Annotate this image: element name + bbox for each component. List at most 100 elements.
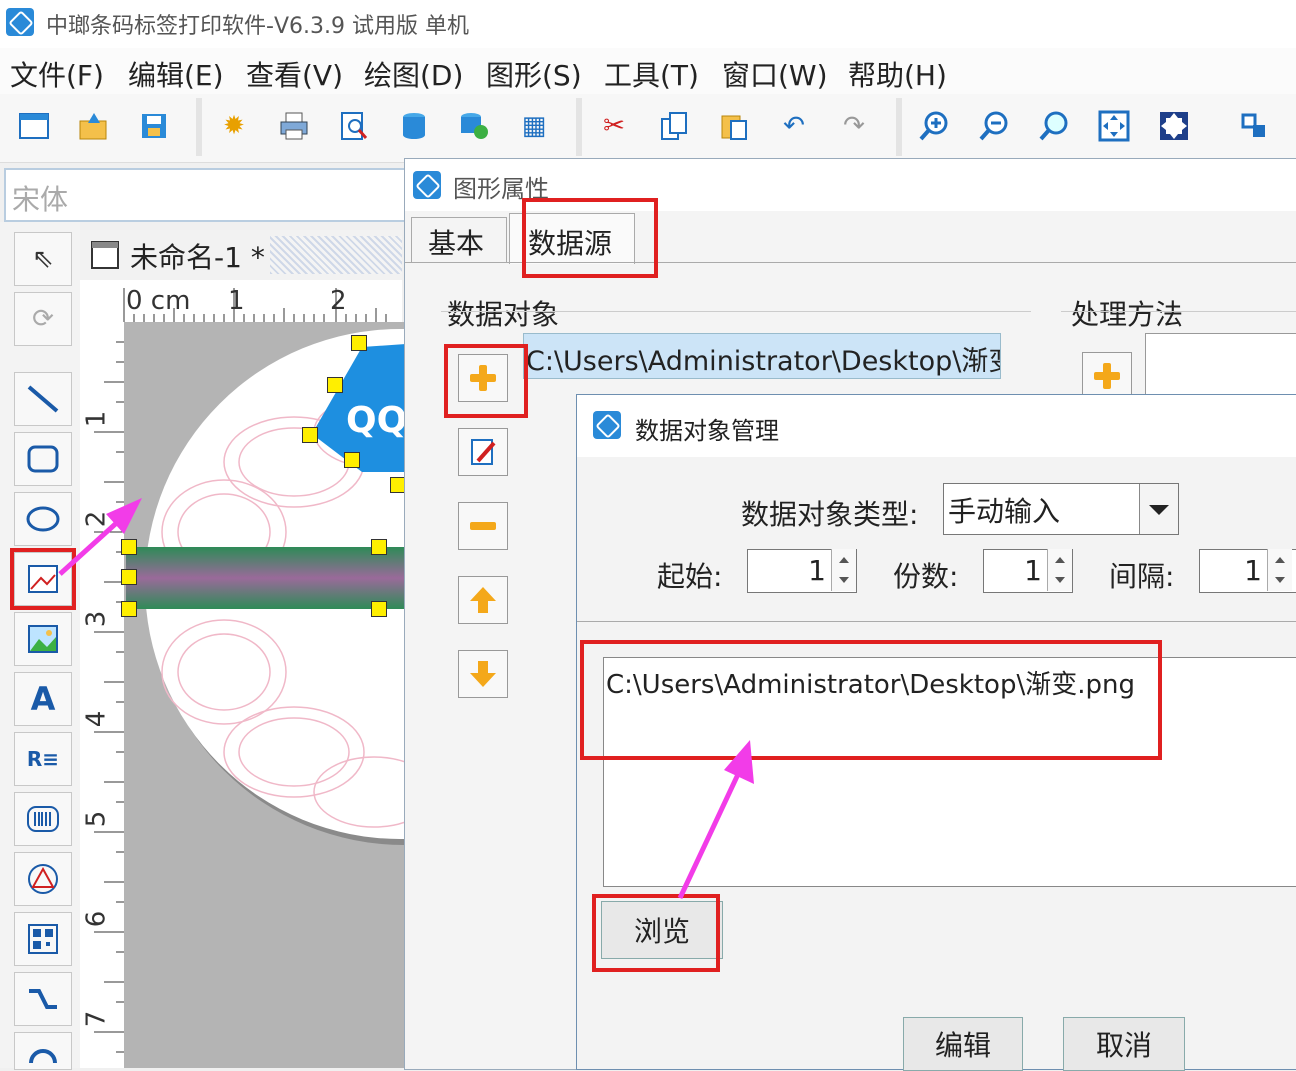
menu-bar: 文件(F) 编辑(E) 查看(V) 绘图(D) 图形(S) 工具(T) 窗口(W… <box>0 48 1296 94</box>
ruler-mark: 4 <box>81 710 112 728</box>
svg-text:QQ: QQ <box>346 400 404 441</box>
cut-icon[interactable]: ✂ <box>596 108 632 144</box>
process-method-label: 处理方法 <box>1071 298 1184 331</box>
ruler-mark: 2 <box>81 510 112 528</box>
new-icon[interactable] <box>16 108 52 144</box>
barcode-tool-icon[interactable] <box>14 792 72 846</box>
fit-window-icon[interactable] <box>1096 108 1132 144</box>
menu-shape[interactable]: 图形(S) <box>486 54 582 94</box>
menu-file[interactable]: 文件(F) <box>10 54 104 94</box>
rectangle-tool-icon[interactable] <box>14 432 72 486</box>
menu-help[interactable]: 帮助(H) <box>848 54 947 94</box>
select-tool-icon[interactable]: ⇖ <box>14 232 72 286</box>
curve-tool-icon[interactable] <box>14 972 72 1026</box>
copy-icon[interactable] <box>656 108 692 144</box>
text-tool-icon[interactable]: A <box>14 672 72 726</box>
shape-tool-icon[interactable] <box>14 852 72 906</box>
add-button-highlight <box>444 344 528 418</box>
ruler-mark: 7 <box>81 1010 112 1028</box>
redo-icon[interactable]: ↷ <box>836 108 872 144</box>
ruler-mark: 1 <box>81 410 112 428</box>
data-object-list-item[interactable]: C:\Users\Administrator\Desktop\渐变.p <box>523 333 1001 379</box>
line-tool-icon[interactable] <box>14 372 72 426</box>
rich-text-tool-icon[interactable]: R≡ <box>14 732 72 786</box>
tab-basic[interactable]: 基本 <box>411 217 507 262</box>
type-label: 数据对象类型: <box>741 498 919 531</box>
edit-button[interactable]: 编辑 <box>903 1017 1023 1071</box>
open-icon[interactable] <box>76 108 112 144</box>
window-title: 中瑯条码标签打印软件-V6.3.9 试用版 单机 <box>46 14 469 39</box>
ruler-mark: 5 <box>81 810 112 828</box>
spinner-icon[interactable] <box>831 549 856 591</box>
edit-data-object-button[interactable] <box>458 428 508 476</box>
undo-icon[interactable]: ↶ <box>776 108 812 144</box>
edit-icon <box>471 439 496 465</box>
manager-dialog-titlebar: 数据对象管理 <box>577 395 1296 457</box>
add-icon <box>1094 363 1120 389</box>
document-tab-label: 未命名-1 * <box>130 241 265 274</box>
content-highlight <box>580 640 1162 760</box>
move-down-button[interactable] <box>458 650 508 698</box>
start-stepper[interactable]: 1 <box>747 549 857 593</box>
ruler-mark: 2 <box>330 286 347 316</box>
design-canvas[interactable]: QQ <box>121 322 406 1068</box>
remove-icon <box>470 522 496 530</box>
manager-dialog-title: 数据对象管理 <box>635 417 779 445</box>
image-tool-highlight <box>10 548 76 610</box>
font-selector[interactable]: 宋体 <box>4 168 406 222</box>
arc-tool-icon[interactable] <box>14 1032 72 1070</box>
zoom-in-icon[interactable] <box>916 108 952 144</box>
document-icon <box>91 241 119 269</box>
ruler-mark: 6 <box>81 910 112 928</box>
title-bar: 中瑯条码标签打印软件-V6.3.9 试用版 单机 <box>0 0 1296 48</box>
settings-icon[interactable]: ✹ <box>216 108 252 144</box>
chevron-down-icon[interactable] <box>1139 484 1178 534</box>
zoom-icon[interactable] <box>1036 108 1072 144</box>
start-label: 起始: <box>657 560 723 593</box>
paste-icon[interactable] <box>716 108 752 144</box>
browse-highlight <box>592 894 720 972</box>
menu-tools[interactable]: 工具(T) <box>604 54 699 94</box>
menu-window[interactable]: 窗口(W) <box>722 54 828 94</box>
rotate-tool-icon[interactable]: ⟳ <box>14 292 72 346</box>
remove-data-object-button[interactable] <box>458 502 508 550</box>
arrange-icon[interactable] <box>1236 108 1272 144</box>
spinner-icon[interactable] <box>1267 549 1292 591</box>
database-settings-icon[interactable] <box>456 108 492 144</box>
type-select[interactable]: 手动输入 <box>943 483 1179 535</box>
print-icon[interactable] <box>276 108 312 144</box>
label-artwork: QQ <box>126 329 404 845</box>
document-tab[interactable]: 未命名-1 * <box>80 230 402 280</box>
ruler-unit: 0 cm <box>126 286 191 316</box>
copies-stepper[interactable]: 1 <box>983 549 1073 593</box>
move-up-button[interactable] <box>458 576 508 624</box>
arrow-down-icon <box>470 661 496 687</box>
app-icon <box>6 8 34 36</box>
cancel-button[interactable]: 取消 <box>1063 1017 1185 1071</box>
data-source-tab-highlight <box>522 198 658 278</box>
menu-view[interactable]: 查看(V) <box>246 54 343 94</box>
grid-icon[interactable]: ▦ <box>516 108 552 144</box>
horizontal-ruler: 0 cm 1 2 <box>80 280 402 323</box>
interval-label: 间隔: <box>1109 560 1175 593</box>
actual-size-icon[interactable] <box>1156 108 1192 144</box>
save-icon[interactable] <box>136 108 172 144</box>
add-process-method-button[interactable] <box>1082 352 1132 400</box>
menu-draw[interactable]: 绘图(D) <box>364 54 463 94</box>
qrcode-tool-icon[interactable] <box>14 912 72 966</box>
spinner-icon[interactable] <box>1047 549 1072 591</box>
picture-tool-icon[interactable] <box>14 612 72 666</box>
dialog-icon <box>593 411 621 439</box>
dialog-icon <box>413 171 441 199</box>
menu-edit[interactable]: 编辑(E) <box>128 54 224 94</box>
ruler-mark: 3 <box>81 610 112 628</box>
ellipse-tool-icon[interactable] <box>14 492 72 546</box>
vertical-ruler: 1 2 3 4 5 6 7 <box>80 322 125 1068</box>
zoom-out-icon[interactable] <box>976 108 1012 144</box>
print-preview-icon[interactable] <box>336 108 372 144</box>
interval-stepper[interactable]: 1 <box>1199 549 1296 593</box>
copies-label: 份数: <box>893 560 959 593</box>
ruler-mark: 1 <box>228 286 245 316</box>
database-icon[interactable] <box>396 108 432 144</box>
arrow-up-icon <box>470 587 496 613</box>
